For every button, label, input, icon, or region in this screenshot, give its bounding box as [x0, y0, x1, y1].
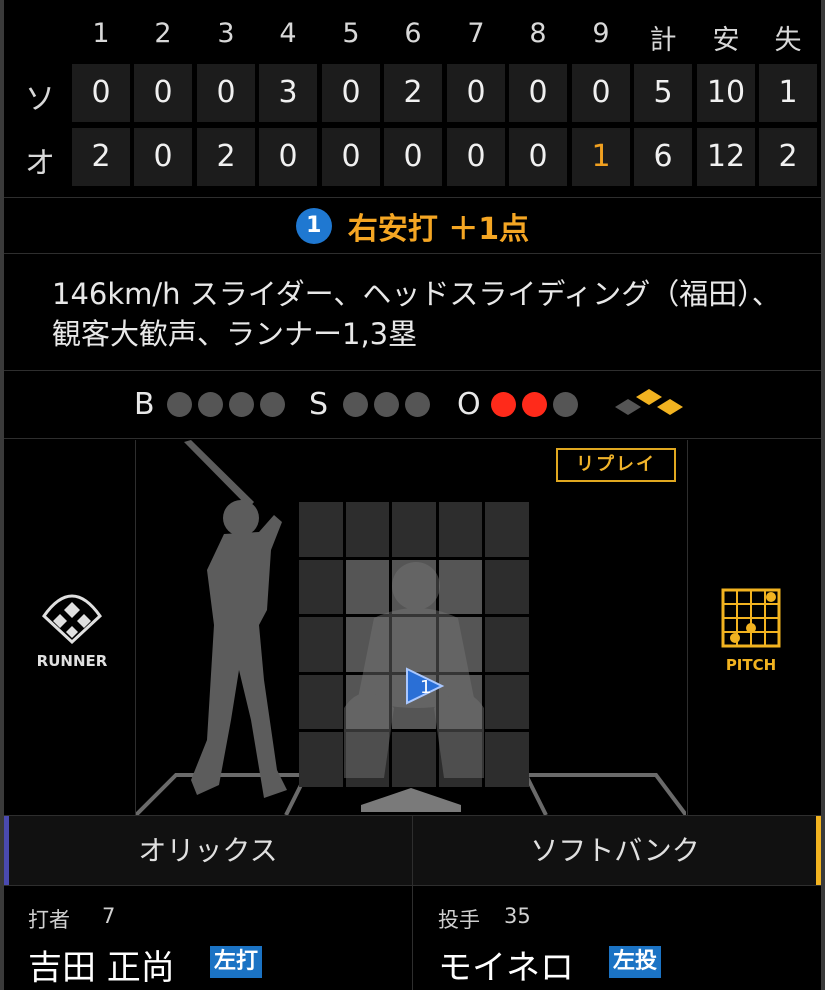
player-panel: 打者 7 吉田 正尚 左打 投手 35 モイネロ 左投 [4, 886, 821, 990]
team-label-away: ソ [25, 82, 55, 117]
inning-header: 3 [217, 18, 235, 49]
score-cell: 0 [197, 64, 255, 122]
inning-header: 4 [279, 18, 297, 49]
pitch-view: RUNNER PITCH リプレイ 1 [4, 440, 821, 815]
pitch-marker-icon[interactable]: 1 [404, 666, 446, 706]
inning-header: 9 [592, 18, 610, 49]
score-cell: 0 [322, 64, 380, 122]
team-tab-right[interactable]: ソフトバンク [413, 816, 817, 887]
runs-cell: 5 [634, 64, 692, 122]
hits-header: 安 [712, 25, 740, 56]
out-dot [553, 392, 578, 417]
pitch-marker-number: 1 [420, 677, 431, 698]
out-dot [522, 392, 547, 417]
runs-cell: 6 [634, 128, 692, 186]
score-cell: 3 [259, 64, 317, 122]
diamond-icon [42, 594, 102, 645]
score-cell: 0 [447, 64, 505, 122]
outs-label: O [457, 387, 481, 422]
errors-header: 失 [774, 25, 802, 56]
runner-button[interactable]: RUNNER [22, 586, 122, 670]
pitcher-number: 35 [504, 904, 531, 928]
score-cell: 0 [572, 64, 630, 122]
inning-header: 8 [529, 18, 547, 49]
pitcher-role: 投手 [438, 908, 480, 932]
team-label-home: オ [25, 146, 55, 181]
pitcher-name[interactable]: モイネロ [438, 940, 574, 989]
score-cell-latest: 1 [572, 128, 630, 186]
ball-dot [198, 392, 223, 417]
bases-icon [615, 389, 683, 415]
play-number-badge: 1 [295, 207, 332, 244]
inning-header: 5 [342, 18, 360, 49]
runs-header: 計 [649, 25, 677, 56]
ball-dot [229, 392, 254, 417]
pitcher-hand-badge: 左投 [609, 946, 662, 978]
batter-number: 7 [102, 904, 116, 928]
second-base [636, 389, 662, 405]
score-cell: 2 [384, 64, 442, 122]
strikes-label: S [309, 387, 329, 422]
balls-label: B [134, 387, 155, 422]
team-tabs: オリックス ソフトバンク [4, 815, 821, 886]
score-cell: 0 [72, 64, 130, 122]
count-bar: B S O [4, 371, 821, 439]
play-result-text: 右安打 ＋1点 [347, 211, 530, 247]
scoreboard: 1 2 3 4 5 6 7 8 9 計 安 失 ソ 0 0 0 3 0 2 0 … [4, 0, 821, 198]
errors-cell: 1 [759, 64, 817, 122]
inning-header: 1 [92, 18, 110, 49]
runner-label: RUNNER [36, 652, 108, 670]
strike-dot [405, 392, 430, 417]
divider [412, 886, 413, 990]
pitch-label: PITCH [725, 656, 777, 674]
score-cell: 2 [197, 128, 255, 186]
team-tab-left[interactable]: オリックス [4, 816, 412, 887]
first-base [657, 399, 683, 415]
out-dot [491, 392, 516, 417]
errors-cell: 2 [759, 128, 817, 186]
score-cell: 0 [447, 128, 505, 186]
ball-dot [260, 392, 285, 417]
strike-dot [374, 392, 399, 417]
strike-dot [343, 392, 368, 417]
score-cell: 0 [134, 128, 192, 186]
play-description: 146km/h スライダー、ヘッドスライディング（福田）、観客大歓声、ランナー1… [4, 254, 821, 371]
pitch-button[interactable]: PITCH [716, 588, 786, 674]
batter-role: 打者 [28, 908, 70, 932]
inning-header: 2 [154, 18, 172, 49]
batter-name[interactable]: 吉田 正尚 [28, 940, 175, 989]
play-result: 1 右安打 ＋1点 [4, 198, 821, 254]
batter-hand-badge: 左打 [210, 946, 263, 978]
batter-silhouette [184, 440, 287, 798]
score-cell: 2 [72, 128, 130, 186]
inning-header: 7 [467, 18, 485, 49]
hits-cell: 12 [697, 128, 755, 186]
right-team-accent [816, 816, 821, 885]
inning-header: 6 [404, 18, 422, 49]
divider [687, 440, 688, 815]
hits-cell: 10 [697, 64, 755, 122]
score-cell: 0 [259, 128, 317, 186]
score-cell: 0 [509, 64, 567, 122]
third-base [615, 399, 641, 415]
score-cell: 0 [322, 128, 380, 186]
pitch-chart-icon [721, 588, 781, 648]
divider [135, 440, 136, 815]
score-cell: 0 [384, 128, 442, 186]
ball-dot [167, 392, 192, 417]
score-cell: 0 [134, 64, 192, 122]
replay-button[interactable]: リプレイ [556, 448, 676, 482]
score-cell: 0 [509, 128, 567, 186]
